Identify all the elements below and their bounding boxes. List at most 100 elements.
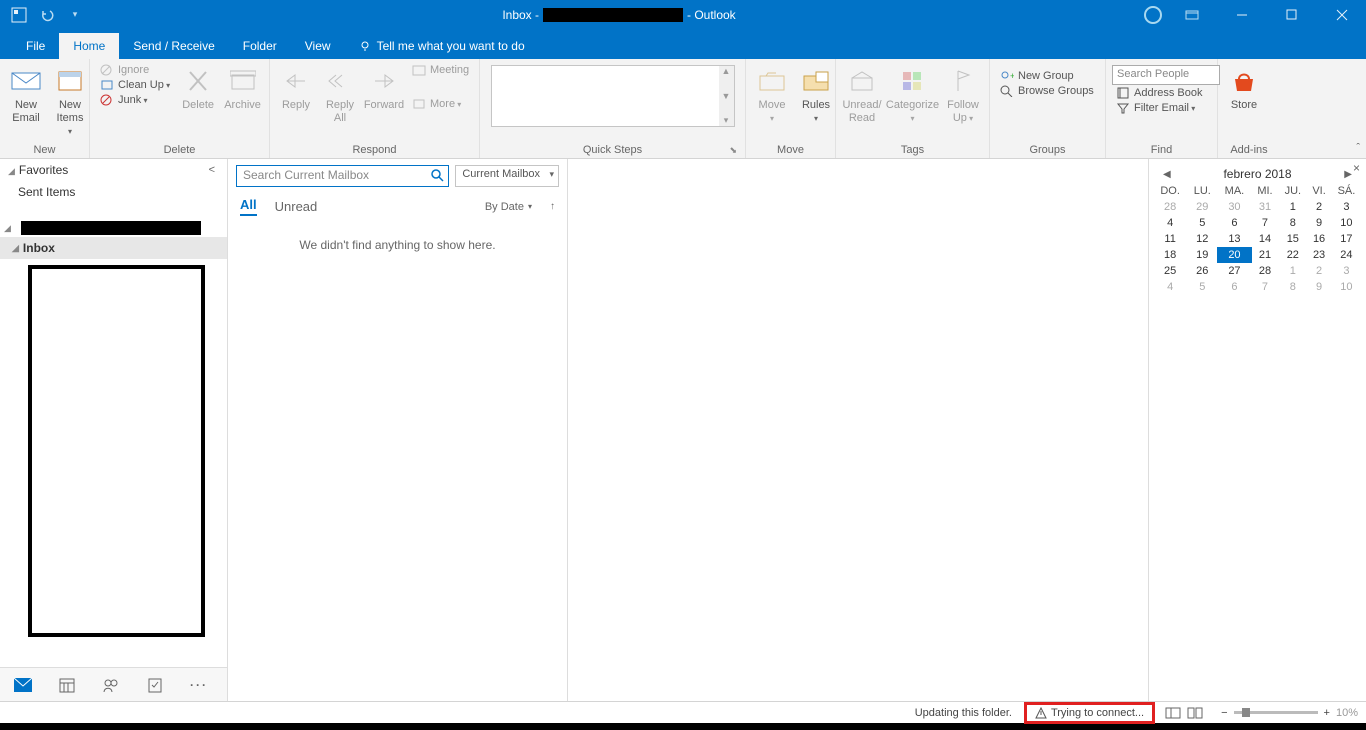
calendar-day[interactable]: 11: [1153, 231, 1187, 247]
move-button[interactable]: Move: [752, 63, 792, 127]
calendar-day[interactable]: 27: [1217, 263, 1251, 279]
filter-email-button[interactable]: Filter Email: [1112, 101, 1220, 115]
calendar-day[interactable]: 14: [1252, 231, 1279, 247]
calendar-day[interactable]: 7: [1252, 279, 1279, 295]
calendar-day[interactable]: 6: [1217, 279, 1251, 295]
more-nav-icon[interactable]: ···: [190, 676, 208, 694]
favorites-header[interactable]: Favorites: [19, 163, 68, 177]
calendar-day[interactable]: 6: [1217, 215, 1251, 231]
reply-all-button[interactable]: Reply All: [320, 63, 360, 127]
calendar-day[interactable]: 10: [1331, 279, 1362, 295]
calendar-day[interactable]: 30: [1217, 199, 1251, 215]
inbox-folder[interactable]: ◢Inbox: [0, 237, 227, 259]
calendar-day[interactable]: 15: [1278, 231, 1307, 247]
sort-by-dropdown[interactable]: By Date▾: [485, 201, 532, 213]
close-peek-icon[interactable]: ×: [1353, 161, 1360, 175]
mail-nav-icon[interactable]: [14, 676, 32, 694]
zoom-slider[interactable]: [1234, 711, 1318, 714]
meeting-button[interactable]: Meeting: [408, 63, 473, 77]
calendar-day[interactable]: 10: [1331, 215, 1362, 231]
collapse-ribbon-icon[interactable]: ˆ: [1356, 142, 1360, 154]
unread-read-button[interactable]: Unread/ Read: [842, 63, 882, 127]
calendar-day[interactable]: 4: [1153, 279, 1187, 295]
calendar-day[interactable]: 13: [1217, 231, 1251, 247]
calendar-day[interactable]: 26: [1187, 263, 1217, 279]
calendar-day[interactable]: 3: [1331, 263, 1362, 279]
zoom-out-icon[interactable]: −: [1221, 707, 1227, 719]
delete-button[interactable]: Delete: [178, 63, 218, 114]
calendar-day[interactable]: 22: [1278, 247, 1307, 263]
favorites-sent-items[interactable]: Sent Items: [0, 181, 227, 203]
search-mailbox-input[interactable]: Search Current Mailbox: [236, 165, 449, 187]
sort-direction-icon[interactable]: ↑: [550, 201, 555, 212]
maximize-button[interactable]: [1272, 0, 1312, 29]
reading-view-icon[interactable]: [1187, 707, 1203, 719]
people-nav-icon[interactable]: [102, 676, 120, 694]
tab-view[interactable]: View: [291, 33, 345, 59]
search-scope-dropdown[interactable]: Current Mailbox: [455, 165, 559, 187]
calendar-day[interactable]: 1: [1278, 263, 1307, 279]
new-email-button[interactable]: New Email: [6, 63, 46, 127]
tab-send-receive[interactable]: Send / Receive: [119, 33, 228, 59]
categorize-button[interactable]: Categorize: [886, 63, 939, 127]
scroll-down-icon[interactable]: ▼: [722, 91, 731, 101]
tab-folder[interactable]: Folder: [229, 33, 291, 59]
calendar-day[interactable]: 23: [1307, 247, 1331, 263]
calendar-day[interactable]: 18: [1153, 247, 1187, 263]
more-respond-button[interactable]: More: [408, 97, 473, 111]
calendar-nav-icon[interactable]: [58, 676, 76, 694]
calendar-day[interactable]: 21: [1252, 247, 1279, 263]
calendar-day[interactable]: 24: [1331, 247, 1362, 263]
calendar-day[interactable]: 2: [1307, 263, 1331, 279]
zoom-in-icon[interactable]: +: [1324, 707, 1330, 719]
favorites-caret-icon[interactable]: ◢: [8, 166, 15, 176]
new-items-button[interactable]: New Items: [50, 63, 90, 141]
cortana-icon[interactable]: [1144, 6, 1162, 24]
calendar-day[interactable]: 5: [1187, 279, 1217, 295]
calendar-day[interactable]: 4: [1153, 215, 1187, 231]
calendar-day[interactable]: 9: [1307, 279, 1331, 295]
store-button[interactable]: Store: [1224, 63, 1264, 114]
scroll-up-icon[interactable]: ▲: [722, 66, 731, 76]
prev-month-icon[interactable]: ◀: [1163, 169, 1171, 180]
quick-steps-gallery[interactable]: ▲ ▼ ▾: [491, 65, 735, 127]
close-button[interactable]: [1322, 0, 1362, 29]
browse-groups-button[interactable]: Browse Groups: [996, 84, 1098, 98]
qat-customize-icon[interactable]: ▾: [64, 4, 86, 26]
tasks-nav-icon[interactable]: [146, 676, 164, 694]
calendar-day[interactable]: 8: [1278, 279, 1307, 295]
search-icon[interactable]: [430, 168, 444, 182]
calendar-day[interactable]: 29: [1187, 199, 1217, 215]
calendar-day[interactable]: 7: [1252, 215, 1279, 231]
calendar-day[interactable]: 3: [1331, 199, 1362, 215]
junk-button[interactable]: Junk: [96, 93, 174, 107]
rules-button[interactable]: Rules: [796, 63, 836, 127]
calendar-day[interactable]: 12: [1187, 231, 1217, 247]
calendar-day[interactable]: 16: [1307, 231, 1331, 247]
calendar-day[interactable]: 28: [1252, 263, 1279, 279]
calendar-day[interactable]: 1: [1278, 199, 1307, 215]
calendar-day[interactable]: 8: [1278, 215, 1307, 231]
calendar-day[interactable]: 5: [1187, 215, 1217, 231]
reply-button[interactable]: Reply: [276, 63, 316, 114]
collapse-folder-pane-icon[interactable]: <: [209, 164, 219, 176]
address-book-button[interactable]: Address Book: [1112, 86, 1220, 100]
filter-unread[interactable]: Unread: [275, 199, 318, 214]
account-header[interactable]: ◢: [0, 219, 227, 237]
archive-button[interactable]: Archive: [222, 63, 263, 114]
next-month-icon[interactable]: ▶: [1344, 169, 1352, 180]
app-icon[interactable]: [8, 4, 30, 26]
calendar-day[interactable]: 19: [1187, 247, 1217, 263]
follow-up-button[interactable]: Follow Up: [943, 63, 983, 127]
calendar-day[interactable]: 25: [1153, 263, 1187, 279]
calendar-day[interactable]: 2: [1307, 199, 1331, 215]
ignore-button[interactable]: Ignore: [96, 63, 174, 77]
tell-me-search[interactable]: Tell me what you want to do: [345, 33, 539, 59]
search-people-input[interactable]: Search People: [1112, 65, 1220, 85]
calendar-day[interactable]: 28: [1153, 199, 1187, 215]
normal-view-icon[interactable]: [1165, 707, 1181, 719]
ribbon-display-options-icon[interactable]: [1172, 0, 1212, 29]
calendar-day[interactable]: 9: [1307, 215, 1331, 231]
minimize-button[interactable]: [1222, 0, 1262, 29]
clean-up-button[interactable]: Clean Up: [96, 78, 174, 92]
